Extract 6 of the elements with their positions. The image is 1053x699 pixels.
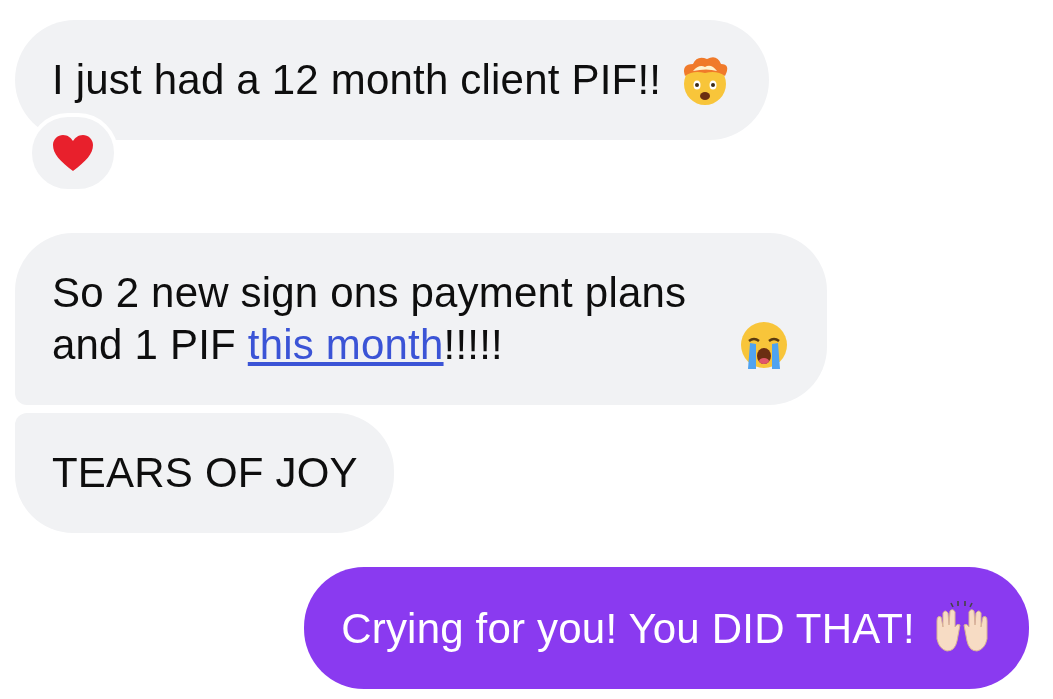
heart-icon [52, 134, 94, 172]
message-text: I just had a 12 month client PIF!! [52, 55, 662, 105]
message-text: Crying for you! You DID THAT! [341, 604, 915, 654]
message-text: TEARS OF JOY [52, 448, 358, 498]
message-text: So 2 new sign ons payment plans and 1 PIF this month!!!!! [52, 268, 688, 370]
message-link[interactable]: this month [247, 321, 444, 368]
